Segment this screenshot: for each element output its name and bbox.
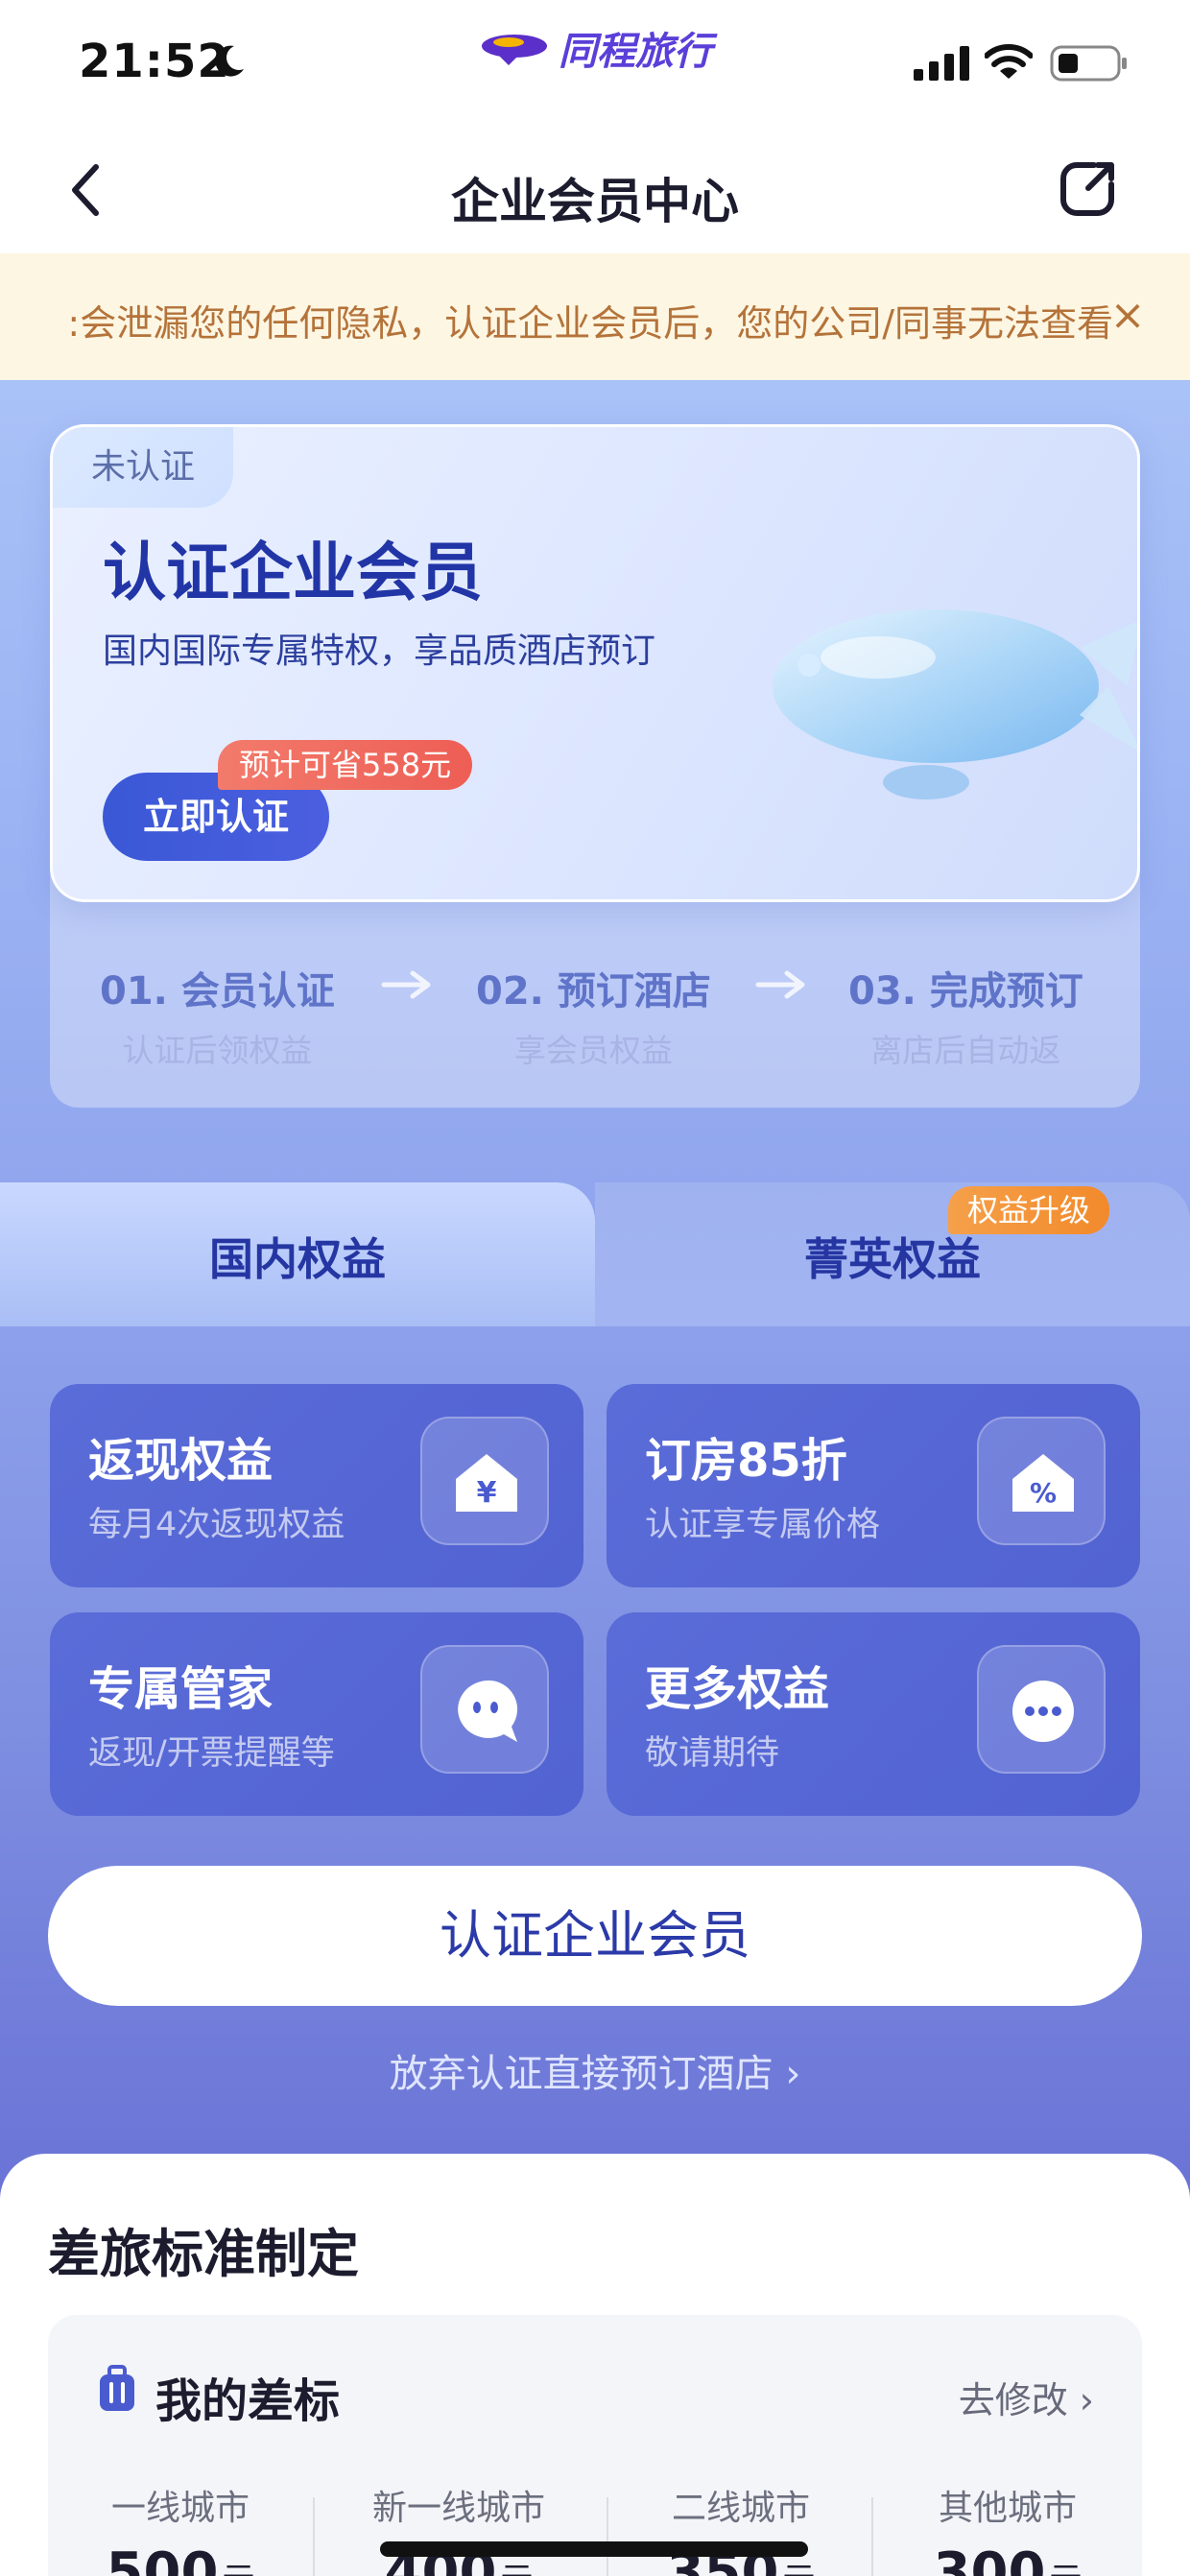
chat-bubble-icon <box>458 1680 518 1742</box>
step-2: 02. 预订酒店 享会员权益 <box>476 960 711 1071</box>
tab-label: 菁英权益 <box>804 1233 981 1285</box>
city-name: 新一线城市 <box>371 2489 545 2528</box>
step-title: 02. 预订酒店 <box>476 969 711 1014</box>
benefit-butler[interactable]: 专属管家 返现/开票提醒等 <box>50 1612 583 1816</box>
city-name: 二线城市 <box>671 2489 810 2528</box>
brand: 同程旅行 <box>480 21 712 75</box>
benefit-discount[interactable]: 订房85折 认证享专属价格 % <box>607 1384 1140 1587</box>
step-title: 01. 会员认证 <box>100 969 335 1014</box>
member-card: 未认证 认证企业会员 国内国际专属特权，享品质酒店预订 立即认证 预计可省558… <box>50 424 1140 902</box>
tab-domestic-benefits[interactable]: 国内权益 <box>0 1182 595 1326</box>
notice-text: :会泄漏您的任何隐私，认证企业会员后，您的公司/同事无法查看 <box>0 294 1113 346</box>
brand-logo-icon <box>482 35 547 65</box>
city-divider <box>313 2497 315 2576</box>
yen-house-icon: ¥ <box>456 1454 517 1512</box>
amount-value: 300 <box>933 2541 1046 2576</box>
benefit-icon-box: ¥ <box>420 1417 549 1545</box>
benefit-desc: 每月4次返现权益 <box>88 1506 345 1544</box>
skip-verification-link[interactable]: 放弃认证直接预订酒店 › <box>0 2042 1190 2098</box>
unverified-tag: 未认证 <box>53 427 233 508</box>
step-arrow-icon <box>381 970 431 999</box>
city-name: 其他城市 <box>938 2489 1077 2528</box>
my-standard-title: 我的差标 <box>155 2374 341 2428</box>
step-desc: 离店后自动返 <box>870 1032 1061 1069</box>
benefit-icon-box: % <box>977 1417 1106 1545</box>
tab-label: 国内权益 <box>209 1233 386 1285</box>
amount-unit: 元 <box>222 2561 254 2576</box>
status-time: 21:52 <box>79 35 230 88</box>
city-tier-new1: 新一线城市 400元 <box>326 2480 591 2576</box>
policy-section-title: 差旅标准制定 <box>48 2224 359 2284</box>
upgrade-badge: 权益升级 <box>948 1186 1110 1234</box>
notice-close-icon[interactable]: × <box>1107 292 1148 340</box>
home-indicator[interactable] <box>380 2541 808 2557</box>
signal-icon <box>914 46 969 81</box>
benefit-icon-box <box>977 1645 1106 1774</box>
svg-text:%: % <box>1030 1477 1057 1509</box>
amount-unit: 元 <box>782 2561 815 2576</box>
benefit-title: 更多权益 <box>645 1662 830 1716</box>
verify-member-button[interactable]: 认证企业会员 <box>48 1866 1142 2006</box>
page-title: 企业会员中心 <box>451 174 739 229</box>
battery-icon <box>1050 45 1127 82</box>
card-title: 认证企业会员 <box>103 536 483 609</box>
luggage-icon <box>100 2365 134 2411</box>
benefit-desc: 返现/开票提醒等 <box>88 1734 335 1773</box>
my-standard-card: 我的差标 去修改 › 一线城市 500元 新一线城市 400元 二线城市 350… <box>48 2315 1142 2576</box>
benefit-title: 专属管家 <box>88 1662 274 1716</box>
airship-illustration <box>773 609 1137 799</box>
nav-bar: 企业会员中心 <box>0 127 1190 253</box>
svg-text:¥: ¥ <box>477 1476 497 1510</box>
notice-text-content: :会泄漏您的任何隐私，认证企业会员后，您的公司/同事无法查看 <box>67 302 1113 345</box>
city-divider <box>871 2497 873 2576</box>
step-3: 03. 完成预订 离店后自动返 <box>848 960 1083 1071</box>
amount-unit: 元 <box>1049 2561 1082 2576</box>
city-amount: 300元 <box>875 2541 1140 2576</box>
moon-icon <box>215 45 244 77</box>
percent-house-icon: % <box>1012 1454 1074 1512</box>
city-name: 一线城市 <box>110 2489 250 2528</box>
more-dots-icon <box>1012 1681 1074 1742</box>
city-amount: 500元 <box>48 2541 313 2576</box>
city-tier-1: 一线城市 500元 <box>48 2480 313 2576</box>
saving-badge: 预计可省558元 <box>218 740 473 790</box>
city-tier-2: 二线城市 350元 <box>608 2480 873 2576</box>
step-desc: 认证后领权益 <box>122 1032 313 1069</box>
benefit-desc: 认证享专属价格 <box>645 1506 881 1544</box>
wifi-icon <box>985 44 1033 79</box>
benefit-desc: 敬请期待 <box>645 1734 780 1773</box>
step-title: 03. 完成预订 <box>848 969 1083 1014</box>
amount-value: 500 <box>106 2541 219 2576</box>
privacy-notice-bar: :会泄漏您的任何隐私，认证企业会员后，您的公司/同事无法查看 × <box>0 253 1190 380</box>
city-tier-other: 其他城市 300元 <box>875 2480 1140 2576</box>
benefit-icon-box <box>420 1645 549 1774</box>
step-1: 01. 会员认证 认证后领权益 <box>100 960 335 1071</box>
benefit-title: 订房85折 <box>645 1434 847 1488</box>
share-icon[interactable] <box>1056 157 1119 221</box>
benefit-title: 返现权益 <box>88 1434 274 1488</box>
amount-unit: 元 <box>500 2561 533 2576</box>
benefit-cashback[interactable]: 返现权益 每月4次返现权益 ¥ <box>50 1384 583 1587</box>
edit-standard-link[interactable]: 去修改 › <box>959 2371 1094 2423</box>
step-desc: 享会员权益 <box>513 1032 673 1069</box>
status-bar: 21:52 同程旅行 <box>0 0 1190 127</box>
benefit-more[interactable]: 更多权益 敬请期待 <box>607 1612 1140 1816</box>
card-subtitle: 国内国际专属特权，享品质酒店预订 <box>103 632 656 671</box>
travel-policy-section: 差旅标准制定 我的差标 去修改 › 一线城市 500元 新一线城市 400元 二… <box>0 2154 1190 2576</box>
brand-name: 同程旅行 <box>559 30 712 74</box>
step-arrow-icon <box>755 970 805 999</box>
